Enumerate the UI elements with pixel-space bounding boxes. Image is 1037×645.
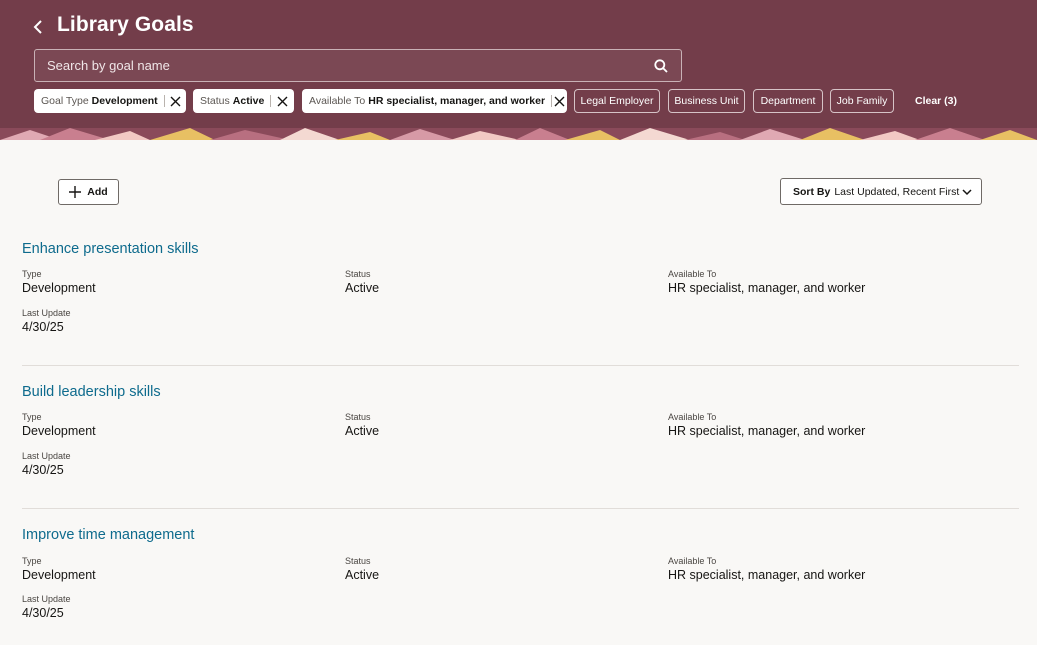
field-value: Active xyxy=(345,568,380,582)
clear-filters-button[interactable]: Clear (3) xyxy=(915,95,957,107)
field-value: Development xyxy=(22,281,96,295)
decorative-banner-pattern xyxy=(0,128,1037,140)
remove-filter-icon[interactable] xyxy=(165,89,186,113)
field-value: Active xyxy=(345,424,380,438)
filter-chip-label: Status xyxy=(200,95,230,107)
goal-status-field: Status Active xyxy=(345,412,379,438)
divider xyxy=(22,508,1019,509)
filter-chip-status[interactable]: Status Active xyxy=(193,89,294,113)
plus-icon xyxy=(69,186,82,198)
goal-last-update-field: Last Update 4/30/25 xyxy=(22,451,71,477)
goal-title-link[interactable]: Enhance presentation skills xyxy=(22,241,199,257)
goal-status-field: Status Active xyxy=(345,556,379,582)
filter-chip-available-to[interactable]: Available To HR specialist, manager, and… xyxy=(302,89,567,113)
field-value: HR specialist, manager, and worker xyxy=(668,424,866,438)
filter-chip-department[interactable]: Department xyxy=(753,89,823,113)
filter-chip-label: Available To xyxy=(309,95,366,107)
field-value: 4/30/25 xyxy=(22,463,64,477)
field-label: Last Update xyxy=(22,451,71,461)
add-button-label: Add xyxy=(87,186,108,198)
field-value: Active xyxy=(345,281,380,295)
field-label: Status xyxy=(345,412,371,422)
goal-card: Enhance presentation skills Type Develop… xyxy=(22,241,1019,361)
sort-label: Sort By xyxy=(793,185,831,198)
goal-title-link[interactable]: Improve time management xyxy=(22,527,194,543)
field-label: Available To xyxy=(668,556,717,566)
filter-chip-value: Development xyxy=(91,95,158,107)
field-value: 4/30/25 xyxy=(22,320,64,334)
field-label: Available To xyxy=(668,412,717,422)
field-value: Development xyxy=(22,424,96,438)
field-label: Available To xyxy=(668,269,717,279)
page-title: Library Goals xyxy=(57,13,194,36)
goal-status-field: Status Active xyxy=(345,269,379,295)
field-value: 4/30/25 xyxy=(22,606,64,620)
search-input[interactable] xyxy=(35,50,641,81)
back-button[interactable] xyxy=(28,14,48,40)
goal-available-to-field: Available To HR specialist, manager, and… xyxy=(668,556,865,582)
filter-chip-label: Goal Type xyxy=(41,95,89,107)
field-label: Type xyxy=(22,269,42,279)
divider xyxy=(22,365,1019,366)
page-header: Library Goals Goal Type Development Stat… xyxy=(0,0,1037,140)
goal-type-field: Type Development xyxy=(22,556,96,582)
goal-card: Improve time management Type Development… xyxy=(22,527,1019,645)
filter-chip-value: Active xyxy=(232,95,265,107)
filter-chip-job-family[interactable]: Job Family xyxy=(830,89,894,113)
field-label: Last Update xyxy=(22,594,71,604)
field-label: Last Update xyxy=(22,308,71,318)
search-icon[interactable] xyxy=(641,50,681,81)
chevron-left-icon xyxy=(33,20,42,34)
goal-title-link[interactable]: Build leadership skills xyxy=(22,384,161,400)
remove-filter-icon[interactable] xyxy=(271,89,293,113)
field-label: Status xyxy=(345,269,371,279)
chevron-down-icon xyxy=(962,189,972,196)
field-value: Development xyxy=(22,568,96,582)
field-label: Type xyxy=(22,556,42,566)
filter-chip-legal-employer[interactable]: Legal Employer xyxy=(574,89,660,113)
goal-type-field: Type Development xyxy=(22,412,96,438)
search-field[interactable] xyxy=(34,49,682,82)
goal-last-update-field: Last Update 4/30/25 xyxy=(22,308,71,334)
goal-available-to-field: Available To HR specialist, manager, and… xyxy=(668,412,865,438)
filter-chip-business-unit[interactable]: Business Unit xyxy=(668,89,745,113)
sort-value: Last Updated, Recent First xyxy=(834,185,960,198)
goal-card: Build leadership skills Type Development… xyxy=(22,384,1019,504)
goal-available-to-field: Available To HR specialist, manager, and… xyxy=(668,269,865,295)
filter-chip-value: HR specialist, manager, and worker xyxy=(368,95,546,107)
sort-by-select[interactable]: Sort By Last Updated, Recent First xyxy=(780,178,982,205)
field-label: Status xyxy=(345,556,371,566)
goal-type-field: Type Development xyxy=(22,269,96,295)
goal-last-update-field: Last Update 4/30/25 xyxy=(22,594,71,620)
field-value: HR specialist, manager, and worker xyxy=(668,281,866,295)
field-label: Type xyxy=(22,412,42,422)
filter-chip-goal-type[interactable]: Goal Type Development xyxy=(34,89,186,113)
add-button[interactable]: Add xyxy=(58,179,119,205)
field-value: HR specialist, manager, and worker xyxy=(668,568,866,582)
remove-filter-icon[interactable] xyxy=(552,89,567,113)
